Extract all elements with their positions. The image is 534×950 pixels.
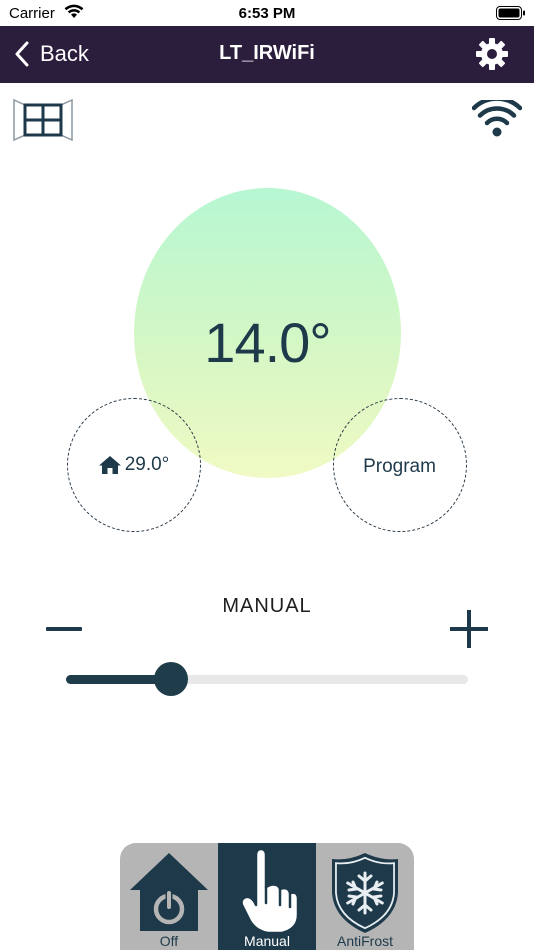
temperature-slider[interactable] <box>66 662 468 696</box>
mode-antifrost-label: AntiFrost <box>336 933 393 949</box>
setpoint-temperature: 14.0° <box>204 311 331 374</box>
mode-antifrost-button[interactable]: AntiFrost <box>316 843 414 950</box>
decrease-button[interactable] <box>44 620 84 640</box>
home-icon <box>98 456 121 474</box>
house-power-icon <box>130 853 208 931</box>
status-time: 6:53 PM <box>238 5 296 22</box>
home-temperature-value: 29.0° <box>124 454 170 475</box>
home-temperature-row: 29.0° <box>68 454 199 476</box>
increase-button[interactable] <box>448 608 490 650</box>
back-button[interactable]: Back <box>14 38 89 70</box>
chevron-left-icon <box>15 41 29 67</box>
slider-thumb[interactable] <box>154 662 188 696</box>
window-icon[interactable] <box>11 97 75 143</box>
program-label: Program <box>363 456 436 477</box>
gear-icon[interactable] <box>474 36 510 72</box>
mode-off-label: Off <box>159 933 179 949</box>
shield-snowflake-icon <box>332 853 398 933</box>
mode-manual-button[interactable]: Manual <box>218 843 316 950</box>
program-button[interactable]: Program <box>333 398 467 532</box>
battery-icon <box>496 6 525 20</box>
mode-manual-label: Manual <box>244 933 290 949</box>
hand-pointer-icon <box>240 847 300 935</box>
mode-selector: Off Manual AntiFrost <box>120 843 414 950</box>
status-bar: Carrier 6:53 PM <box>0 0 534 26</box>
back-label: Back <box>40 41 89 66</box>
navigation-bar: Back LT_IRWiFi <box>0 26 534 83</box>
home-temperature-circle: 29.0° <box>67 398 201 532</box>
wifi-signal-icon <box>472 100 522 137</box>
mode-off-button[interactable]: Off <box>120 843 218 950</box>
